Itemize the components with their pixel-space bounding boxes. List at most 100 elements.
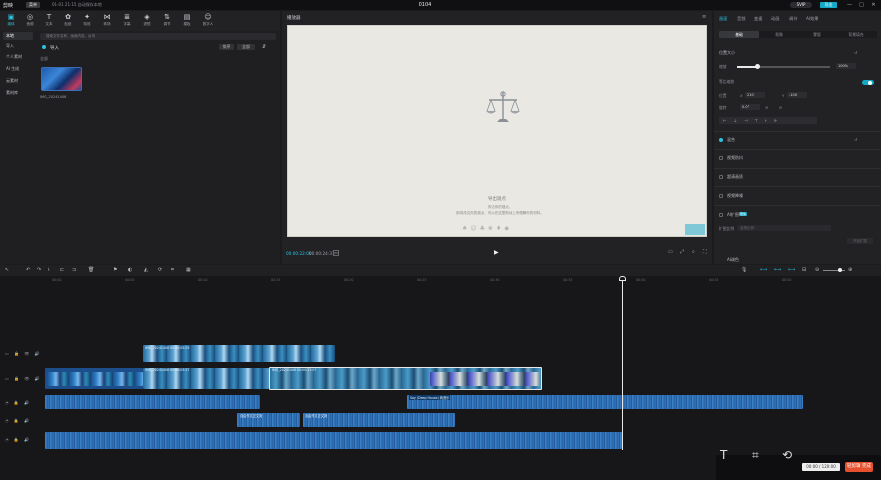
nav-personal[interactable]: 个人素材 — [3, 53, 33, 61]
track-controls-overlay[interactable]: ▭ 🔒 👁 🔊 — [5, 351, 42, 356]
import-icon[interactable] — [42, 45, 46, 49]
play-button[interactable]: ▶ — [494, 249, 499, 256]
expand-ratio-select[interactable]: 选择比例 — [737, 225, 831, 231]
media-thumbnail[interactable] — [41, 67, 82, 91]
subtab-basic[interactable]: 基础 — [719, 31, 759, 38]
sort-button[interactable]: 排序 — [219, 44, 234, 50]
super-res-checkbox[interactable] — [719, 175, 723, 179]
zoom-out-icon[interactable]: ⊖ — [815, 267, 819, 273]
ai-expand-checkbox[interactable] — [719, 213, 723, 217]
flip-icon[interactable]: ⟳ — [779, 105, 782, 110]
scale-value-field[interactable]: 100% — [836, 63, 856, 69]
select-tool-icon[interactable]: ↖ — [5, 267, 9, 273]
tool-media[interactable]: ▣ 媒体 — [2, 12, 20, 30]
nav-cloud[interactable]: 云素材 — [3, 77, 33, 85]
tool-adjust[interactable]: ⇅ 调节 — [158, 12, 176, 30]
minimize-icon[interactable]: — — [845, 1, 854, 9]
blend-reset-icon[interactable]: ↺ — [854, 137, 857, 142]
start-expand-button[interactable]: 开始扩图 — [847, 238, 873, 244]
freeze-icon[interactable]: ◐ — [128, 267, 132, 273]
filter-button[interactable]: 全部 — [237, 44, 255, 50]
align-buttons[interactable]: ⊢⊥⊣⊤⊦⊩ — [719, 117, 817, 124]
tool-caption[interactable]: ≣ 字幕 — [118, 12, 136, 30]
tool-template[interactable]: ▤ 模板 — [178, 12, 196, 30]
quality-button[interactable]: HD — [333, 250, 339, 256]
tool-digital-human[interactable]: ☺ 数字人 — [199, 12, 217, 30]
audio-clip-background[interactable] — [45, 432, 622, 449]
tab-adjust[interactable]: 调节 — [789, 16, 797, 22]
split-left-icon[interactable]: ⊏ — [60, 267, 64, 273]
rotate-value-field[interactable]: 0.0° — [740, 104, 760, 110]
zoom-slider-handle[interactable] — [838, 268, 842, 272]
tool-filter[interactable]: ◈ 滤镜 — [138, 12, 156, 30]
export-button[interactable]: 导出 — [820, 2, 837, 8]
tool-audio[interactable]: ◎ 音频 — [21, 12, 39, 30]
overlay-done-button[interactable]: 轻剪辑 完成 — [845, 462, 873, 472]
zoom-in-icon[interactable]: ⊕ — [848, 267, 852, 273]
delete-icon[interactable]: 🗑 — [88, 267, 94, 273]
stabilize-checkbox[interactable] — [719, 156, 723, 160]
maximize-icon[interactable]: □ — [857, 1, 866, 9]
tab-speed[interactable]: 变速 — [754, 16, 762, 22]
tool-sticker[interactable]: ✿ 贴纸 — [59, 12, 77, 30]
player-menu-icon[interactable]: ≡ — [702, 14, 706, 20]
ratio-icon[interactable]: ▭ — [668, 249, 673, 255]
tool-transition[interactable]: ⋈ 转场 — [98, 12, 116, 30]
position-y-field[interactable]: -100 — [787, 92, 807, 98]
mic-icon[interactable]: 🎙 — [741, 267, 747, 273]
tab-audio[interactable]: 音频 — [737, 16, 745, 22]
tool-text[interactable]: T 文本 — [40, 12, 58, 30]
nav-library[interactable]: 素材库 — [3, 89, 33, 97]
subtab-background[interactable]: 背景填充 — [836, 31, 876, 38]
subtab-keying[interactable]: 抠像 — [759, 31, 799, 38]
sort-order-icon[interactable]: ⇵ — [262, 44, 266, 50]
position-x-field[interactable]: 210 — [745, 92, 765, 98]
menu-button[interactable]: 菜单 — [26, 2, 40, 8]
audio-clip-music[interactable] — [407, 395, 803, 409]
playhead[interactable] — [622, 276, 623, 450]
tool-effect[interactable]: ✦ 特效 — [78, 12, 96, 30]
crop-icon[interactable]: ⌗ — [171, 267, 174, 273]
track-controls-main[interactable]: ▭ 🔒 👁 🔊 — [5, 376, 42, 381]
magnet-icon[interactable]: ⟷ — [760, 267, 767, 273]
marker-icon[interactable]: ⚑ — [113, 267, 117, 273]
undo-icon[interactable]: ↶ — [26, 267, 30, 273]
rotate-overlay-icon[interactable]: ⟲ — [782, 448, 792, 462]
audio-clip-voice[interactable] — [45, 395, 260, 409]
tab-picture[interactable]: 画面 — [719, 16, 727, 22]
link-icon[interactable]: ⟷ — [774, 267, 781, 273]
tab-ai-effect[interactable]: AI效果 — [806, 16, 818, 22]
denoise-checkbox[interactable] — [719, 194, 723, 198]
close-icon[interactable]: ✕ — [869, 1, 878, 9]
tab-animation[interactable]: 动画 — [771, 16, 779, 22]
track-controls-audio2[interactable]: ◔ 🔒 🔊 — [5, 418, 31, 423]
import-button[interactable]: 导入 — [50, 45, 59, 51]
scale-slider-handle[interactable] — [755, 64, 760, 69]
nav-ai-generate[interactable]: AI 生成 — [3, 65, 33, 73]
rotate-ccw-icon[interactable]: ⟲ — [765, 105, 768, 110]
fullscreen-icon[interactable]: ⛶ — [703, 249, 707, 255]
subtab-mask[interactable]: 蒙版 — [797, 31, 837, 38]
playhead-handle[interactable] — [619, 276, 626, 281]
mirror-icon[interactable]: ◭ — [144, 267, 148, 273]
snap-icon[interactable]: ⊟ — [802, 267, 806, 273]
nav-import[interactable]: 导入 — [3, 42, 33, 50]
track-controls-audio3[interactable]: ◔ 🔒 🔊 — [5, 437, 31, 442]
timeline-ruler[interactable] — [45, 276, 881, 283]
reset-icon[interactable]: ↺ — [854, 50, 857, 55]
track-controls-audio1[interactable]: ◔ 🔒 🔊 — [5, 400, 31, 405]
vip-button[interactable]: SVIP — [790, 2, 812, 8]
split-right-icon[interactable]: ⊐ — [72, 267, 76, 273]
crop-overlay-icon[interactable]: ⌗ — [752, 448, 759, 463]
fit-icon[interactable]: ⤢ — [680, 249, 684, 255]
rotate-icon[interactable]: ⟳ — [158, 267, 162, 273]
split-icon[interactable]: ⟊ — [48, 267, 49, 273]
ai-tool-icon[interactable]: ▦ — [186, 267, 191, 273]
search-input[interactable]: 搜索文件名称、画面内容、台词 — [40, 33, 276, 40]
preview-axis-icon[interactable]: ⟷ — [788, 267, 795, 273]
redo-icon[interactable]: ↷ — [37, 267, 41, 273]
text-overlay-icon[interactable]: T — [720, 448, 727, 462]
nav-local[interactable]: 本地 — [3, 32, 33, 40]
blend-checkbox[interactable] — [719, 138, 723, 142]
zoom-icon[interactable]: ⌕ — [692, 249, 695, 255]
